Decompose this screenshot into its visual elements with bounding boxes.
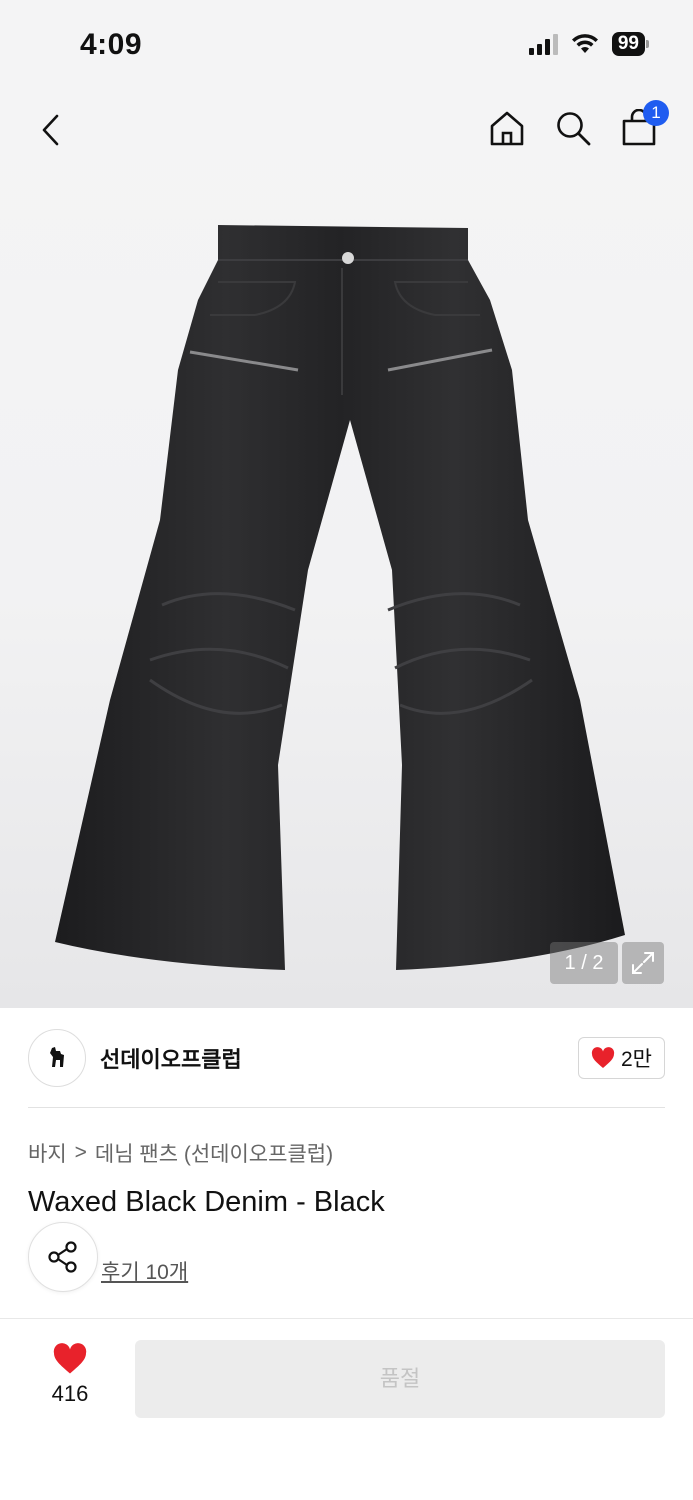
heart-icon: [53, 1343, 87, 1374]
status-bar: 4:09 99: [0, 0, 693, 90]
battery-level: 99: [611, 32, 645, 56]
search-icon: [557, 112, 591, 146]
brand-logo-icon: [50, 1047, 64, 1067]
share-button[interactable]: [28, 1222, 98, 1292]
status-icons: 99: [528, 32, 649, 56]
breadcrumb-separator: >: [74, 1141, 87, 1164]
brand-row[interactable]: 선데이오프클럽 2만: [28, 1028, 665, 1088]
brand-like-count: 2만: [621, 1048, 652, 1071]
search-button[interactable]: [553, 108, 593, 148]
heart-icon: [591, 1047, 615, 1068]
brand-like-button[interactable]: 2만: [578, 1037, 665, 1079]
product-title: Waxed Black Denim - Black: [28, 1186, 385, 1218]
status-time: 4:09: [80, 28, 143, 61]
expand-icon: [632, 952, 654, 974]
brand-logo[interactable]: [28, 1029, 86, 1087]
brand-name[interactable]: 선데이오프클럽: [100, 1042, 242, 1074]
back-chevron-icon: [42, 114, 59, 146]
cart-count-badge: 1: [643, 100, 669, 126]
bottom-action-bar: 416 품절: [0, 1319, 693, 1500]
image-counter: 1 / 2: [550, 942, 618, 984]
divider: [28, 1107, 665, 1108]
reviews-link[interactable]: 후기 10개: [101, 1256, 188, 1286]
home-button[interactable]: [487, 108, 527, 148]
battery-icon: 99: [611, 32, 649, 56]
product-gallery[interactable]: 1 1 / 2: [0, 90, 693, 1008]
sold-out-button[interactable]: 품절: [135, 1340, 665, 1418]
cellular-signal-icon: [528, 33, 558, 55]
breadcrumb-subcategory[interactable]: 데님 팬츠 (선데이오프클럽): [95, 1138, 333, 1168]
back-button[interactable]: [32, 112, 68, 148]
wishlist-button[interactable]: 416: [30, 1343, 110, 1407]
cart-button[interactable]: 1: [619, 100, 669, 148]
wishlist-count: 416: [51, 1381, 89, 1406]
share-icon: [48, 1241, 77, 1273]
breadcrumb-category[interactable]: 바지: [28, 1138, 67, 1168]
top-nav-actions: 1: [487, 100, 669, 148]
expand-image-button[interactable]: [622, 942, 664, 984]
home-icon: [490, 111, 524, 146]
product-image: [55, 225, 625, 970]
wifi-icon: [571, 34, 598, 53]
breadcrumb: 바지 > 데님 팬츠 (선데이오프클럽): [28, 1138, 333, 1168]
